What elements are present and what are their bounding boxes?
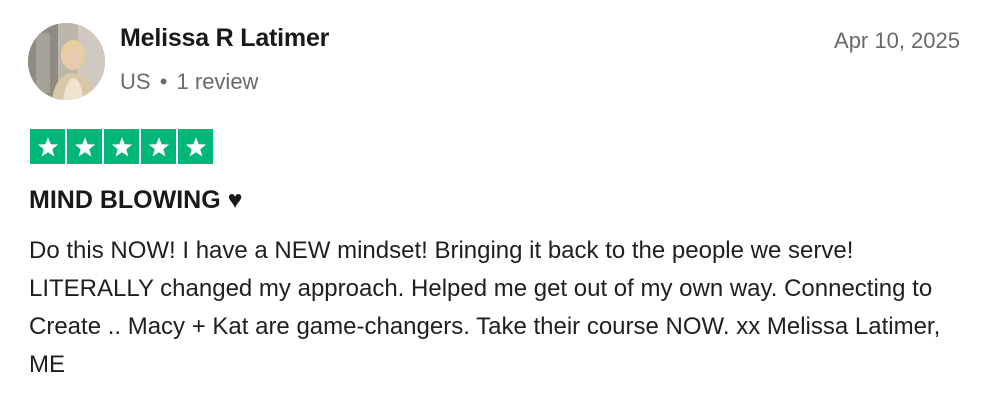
- star-box: [178, 129, 213, 164]
- review-title[interactable]: MIND BLOWING ♥: [29, 186, 242, 215]
- star-box: [30, 129, 65, 164]
- star-icon: [37, 136, 58, 156]
- star-icon: [111, 136, 132, 156]
- review-body: Do this NOW! I have a NEW mindset! Bring…: [29, 237, 941, 378]
- review-card: Melissa R Latimer US • 1 review Apr 10, …: [0, 0, 1000, 411]
- review-date: Apr 10, 2025: [834, 28, 960, 53]
- star-icon: [74, 136, 95, 156]
- reviewer-name[interactable]: Melissa R Latimer: [120, 24, 329, 53]
- star-box: [104, 129, 139, 164]
- avatar-photo: [28, 23, 105, 100]
- meta-separator: •: [159, 69, 168, 94]
- star-box: [141, 129, 176, 164]
- star-box: [67, 129, 102, 164]
- star-icon: [148, 136, 169, 156]
- reviewer-review-count: 1 review: [176, 69, 259, 94]
- star-icon: [185, 136, 206, 156]
- avatar[interactable]: [28, 23, 105, 100]
- star-rating: [30, 129, 213, 164]
- reviewer-meta: US • 1 review: [120, 69, 258, 95]
- reviewer-country: US: [120, 69, 151, 94]
